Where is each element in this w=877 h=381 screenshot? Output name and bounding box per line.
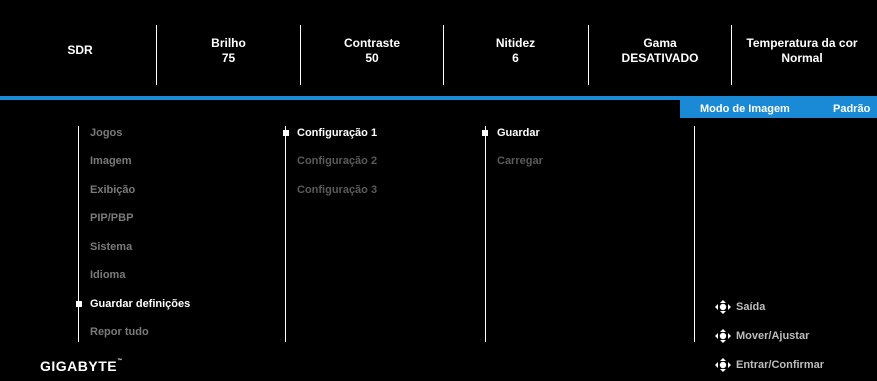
config-item-3[interactable]: Configuração 3 bbox=[297, 184, 377, 196]
selection-marker bbox=[76, 301, 82, 307]
main-menu-item-reset-all[interactable]: Repor tudo bbox=[90, 326, 149, 338]
status-mode: SDR bbox=[10, 43, 150, 58]
value-column-line bbox=[694, 126, 695, 342]
config-item-2[interactable]: Configuração 2 bbox=[297, 155, 377, 167]
hint-enter-confirm-label: Entrar/Confirmar bbox=[736, 359, 825, 371]
status-contrast-label: Contraste bbox=[343, 36, 400, 50]
status-contrast-value: 50 bbox=[365, 51, 379, 65]
action-item-load[interactable]: Carregar bbox=[497, 155, 543, 167]
main-menu-item-display[interactable]: Exibição bbox=[90, 184, 135, 196]
hint-exit-label: Saída bbox=[736, 301, 766, 313]
status-color-temp-value: Normal bbox=[781, 51, 823, 65]
action-item-save[interactable]: Guardar bbox=[497, 127, 540, 139]
main-menu-item-language[interactable]: Idioma bbox=[90, 269, 125, 281]
header-accent-line bbox=[0, 96, 877, 100]
config-item-1[interactable]: Configuração 1 bbox=[297, 127, 377, 139]
status-bar: SDR Brilho 75 Contraste 50 Nitidez 6 Gam… bbox=[0, 0, 877, 96]
status-brightness: Brilho 75 bbox=[157, 36, 300, 66]
status-brightness-value: 75 bbox=[221, 51, 236, 65]
brand-text: GIGABYTE bbox=[40, 358, 118, 374]
main-menu-item-pip-pbp[interactable]: PIP/PBP bbox=[90, 212, 133, 224]
action-menu-line bbox=[485, 126, 486, 342]
picture-mode-value: Padrão bbox=[833, 103, 871, 115]
selection-marker bbox=[482, 130, 488, 136]
status-sharpness-label: Nitidez bbox=[495, 36, 536, 50]
status-brightness-label: Brilho bbox=[211, 36, 246, 50]
joystick-icon bbox=[715, 358, 731, 372]
status-sharpness-value: 6 bbox=[512, 51, 519, 65]
status-contrast: Contraste 50 bbox=[301, 36, 443, 66]
selection-marker bbox=[283, 130, 289, 136]
status-sharpness: Nitidez 6 bbox=[444, 36, 587, 66]
gigabyte-logo: GIGABYTE™ bbox=[40, 358, 123, 374]
joystick-icon bbox=[715, 300, 731, 314]
joystick-icon bbox=[715, 329, 731, 343]
config-menu-line bbox=[285, 126, 286, 342]
status-gamma: Gama DESATIVADO bbox=[589, 36, 731, 66]
main-menu-item-gaming[interactable]: Jogos bbox=[90, 127, 122, 139]
main-menu-item-save-settings[interactable]: Guardar definições bbox=[90, 298, 190, 310]
status-mode-value: SDR bbox=[67, 43, 93, 57]
status-color-temp-label: Temperatura da cor bbox=[746, 36, 858, 50]
picture-mode-tab: Modo de Imagem Padrão bbox=[680, 100, 877, 118]
main-menu-item-system[interactable]: Sistema bbox=[90, 241, 132, 253]
status-color-temp: Temperatura da cor Normal bbox=[732, 36, 872, 66]
hint-move-adjust-label: Mover/Ajustar bbox=[736, 330, 810, 342]
status-gamma-label: Gama bbox=[643, 36, 677, 50]
status-gamma-value: DESATIVADO bbox=[621, 51, 699, 65]
main-menu-line bbox=[78, 126, 79, 342]
main-menu-item-picture[interactable]: Imagem bbox=[90, 155, 132, 167]
picture-mode-label: Modo de Imagem bbox=[700, 103, 790, 115]
